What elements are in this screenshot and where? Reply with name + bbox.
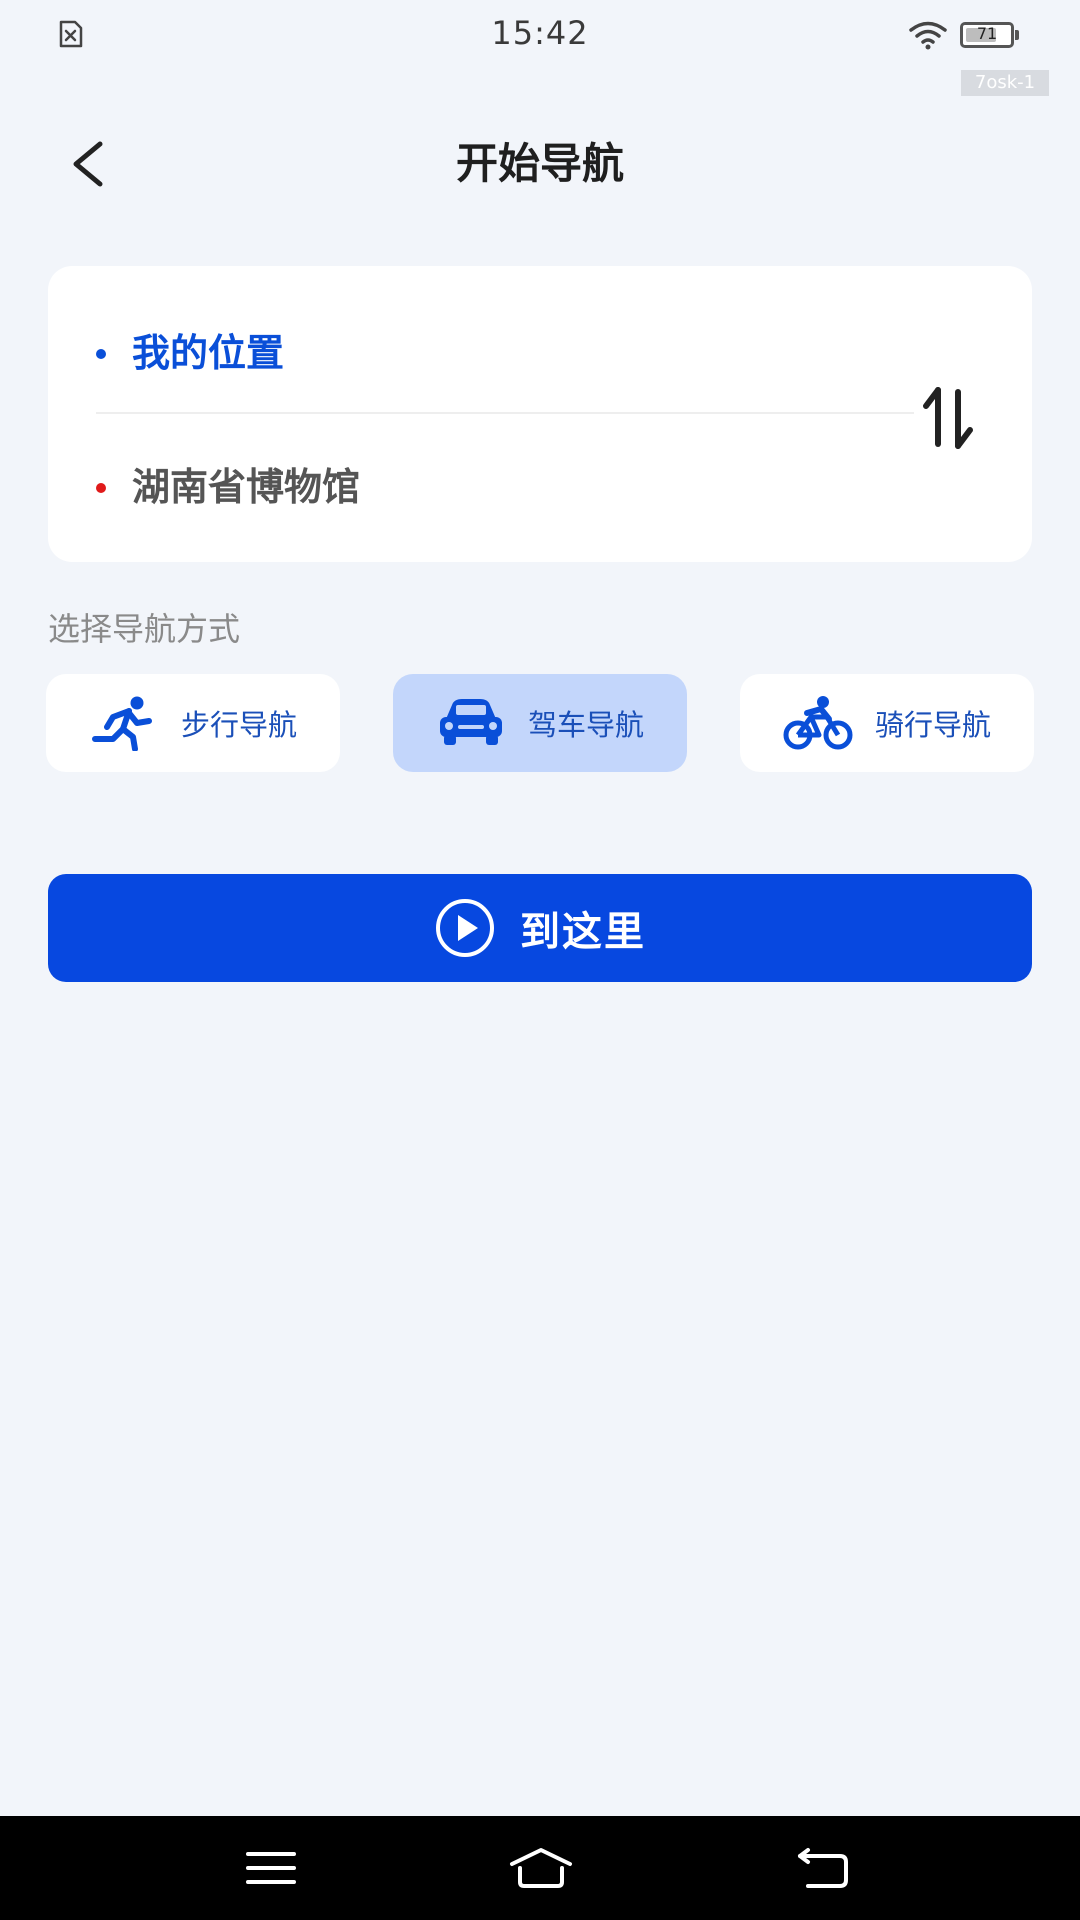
bike-mode-label: 骑行导航 [874,708,991,742]
route-divider [96,412,914,414]
play-circle-icon [436,899,494,957]
destination-dot [96,483,106,493]
battery-level: 71 [976,24,998,43]
bicycle-icon [783,696,853,750]
system-nav-bar [0,1816,1080,1920]
debug-label: 7osk-1 [961,70,1049,96]
back-icon[interactable] [796,1846,850,1890]
battery-indicator: 71 [960,22,1020,48]
destination-label: 湖南省博物馆 [132,465,361,509]
route-card: 我的位置 湖南省博物馆 [48,266,1032,562]
start-location-field[interactable]: 我的位置 [48,318,908,388]
navigation-page: 15:42 71 7osk-1 开始导航 我的位置 湖南省博物馆 选择导航方式 … [0,0,1080,1920]
destination-field[interactable]: 湖南省博物馆 [48,452,908,522]
go-here-button[interactable]: 到这里 [48,874,1032,982]
mode-section-label: 选择导航方式 [48,610,241,648]
walking-icon [91,696,152,751]
go-here-label: 到这里 [520,909,646,955]
walk-mode-button[interactable]: 步行导航 [46,674,340,772]
swap-vertical-icon[interactable] [908,378,988,458]
bike-mode-button[interactable]: 骑行导航 [740,674,1034,772]
home-icon[interactable] [506,1846,576,1890]
battery-tip [1015,30,1019,40]
status-bar: 15:42 71 7osk-1 [0,0,1080,96]
drive-mode-button[interactable]: 驾车导航 [393,674,687,772]
start-location-label: 我的位置 [132,331,285,375]
start-dot [96,349,106,359]
wifi-icon [909,21,947,50]
drive-mode-label: 驾车导航 [527,708,644,742]
page-title: 开始导航 [455,139,624,188]
car-icon [439,699,502,745]
walk-mode-label: 步行导航 [180,708,297,742]
menu-icon[interactable] [244,1846,298,1890]
